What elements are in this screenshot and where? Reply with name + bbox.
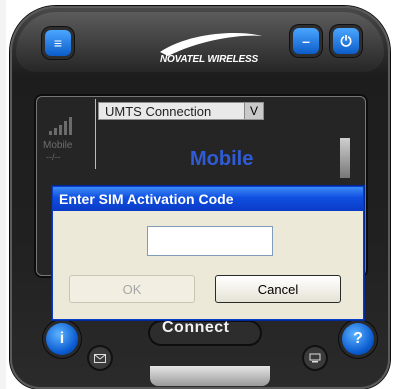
cancel-button[interactable]: Cancel <box>215 275 341 303</box>
dialog-title: Enter SIM Activation Code <box>53 187 363 211</box>
screen-divider <box>95 99 96 169</box>
ok-button[interactable]: OK <box>69 275 195 303</box>
connect-label[interactable]: Connect <box>162 319 230 337</box>
help-button[interactable]: ? <box>342 323 374 355</box>
background-edge <box>0 0 6 389</box>
help-icon: ? <box>353 330 363 347</box>
brand-name: NOVATEL WIRELESS <box>160 54 258 65</box>
connection-type-value: UMTS Connection <box>105 103 212 119</box>
minimize-button[interactable]: – <box>293 28 319 54</box>
sms-button[interactable] <box>89 347 111 369</box>
dropdown-arrow-icon[interactable]: V <box>244 103 263 119</box>
minimize-icon: – <box>302 33 310 49</box>
signal-sub-label: --/-- <box>46 152 61 162</box>
info-icon: i <box>59 330 65 347</box>
device-icon <box>309 353 321 363</box>
envelope-icon <box>94 353 106 363</box>
bottom-tab <box>150 366 270 386</box>
activation-code-input[interactable] <box>147 226 273 256</box>
power-icon: ⏻ <box>340 32 352 49</box>
device-button[interactable] <box>304 347 326 369</box>
info-button[interactable]: i <box>46 323 78 355</box>
network-status: Mobile <box>190 148 254 170</box>
menu-icon: ≡ <box>53 35 63 51</box>
signal-strength-icon <box>49 117 72 135</box>
sim-activation-dialog: Enter SIM Activation Code OK Cancel <box>52 186 364 320</box>
signal-label: Mobile <box>43 140 73 151</box>
power-button[interactable]: ⏻ <box>333 28 359 54</box>
connection-type-select[interactable]: UMTS Connection <box>98 102 264 120</box>
level-bar <box>340 138 350 178</box>
menu-button[interactable]: ≡ <box>45 30 71 56</box>
